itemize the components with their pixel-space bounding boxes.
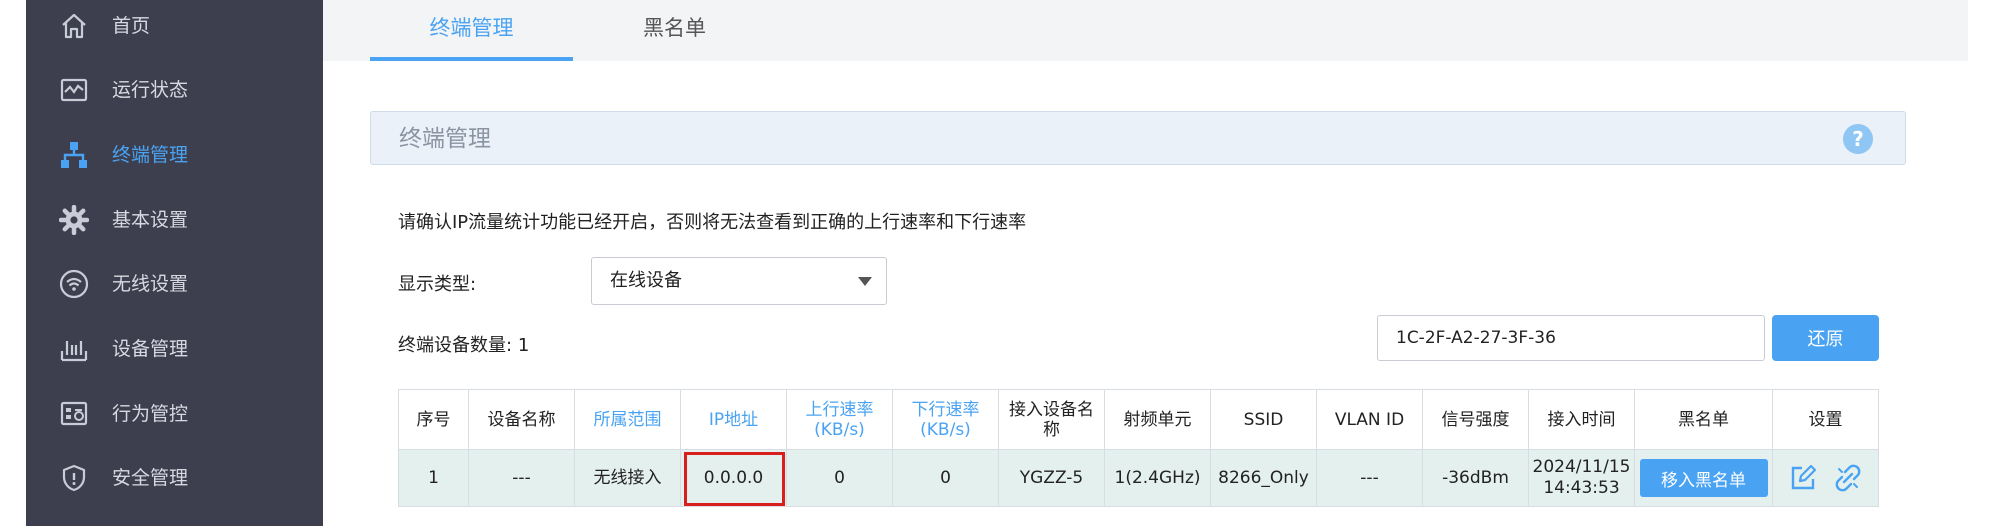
cell-access-date: 2024/11/15 xyxy=(1532,457,1631,477)
cell-scope: 无线接入 xyxy=(574,449,681,507)
sidebar-item-label: 运行状态 xyxy=(112,79,189,101)
restore-button[interactable]: 还原 xyxy=(1772,315,1879,361)
col-header-access-time: 接入时间 xyxy=(1528,389,1635,450)
search-input[interactable] xyxy=(1377,315,1765,361)
sidebar-item-label: 设备管理 xyxy=(112,338,189,360)
gear-icon xyxy=(56,202,92,238)
display-type-value: 在线设备 xyxy=(610,270,682,291)
cell-access-clock: 14:43:53 xyxy=(1543,478,1620,498)
col-header-index: 序号 xyxy=(398,389,469,450)
cell-ip: 0.0.0.0 xyxy=(680,449,787,507)
cell-up-rate: 0 xyxy=(786,449,893,507)
device-table: 序号 设备名称 所属范围 IP地址 上行速率 (KB/s) 下行速率 (KB/s) … xyxy=(398,389,1879,507)
display-type-label: 显示类型: xyxy=(398,274,477,295)
right-gap xyxy=(1968,0,2000,526)
wifi-icon xyxy=(56,266,92,302)
unlink-icon[interactable] xyxy=(1833,463,1863,493)
sidebar-item-status[interactable]: 运行状态 xyxy=(26,58,323,122)
col-header-down-rate[interactable]: 下行速率 (KB/s) xyxy=(892,389,999,450)
section-title: 终端管理 xyxy=(399,126,491,152)
sidebar-item-label: 终端管理 xyxy=(112,144,189,166)
home-icon xyxy=(56,8,92,44)
cell-vlan: --- xyxy=(1316,449,1423,507)
col-header-ip[interactable]: IP地址 xyxy=(680,389,787,450)
sidebar-item-label: 基本设置 xyxy=(112,209,189,231)
cell-signal: -36dBm xyxy=(1422,449,1529,507)
device-count-label: 终端设备数量: xyxy=(398,335,513,356)
cell-down-rate: 0 xyxy=(892,449,999,507)
display-type-select[interactable]: 在线设备 xyxy=(591,257,887,305)
sidebar-item-terminal[interactable]: 终端管理 xyxy=(26,123,323,187)
cell-index: 1 xyxy=(398,449,469,507)
cell-settings xyxy=(1772,449,1879,507)
col-header-settings: 设置 xyxy=(1772,389,1879,450)
monitor-chart-icon xyxy=(56,72,92,108)
cell-radio: 1(2.4GHz) xyxy=(1104,449,1211,507)
col-header-radio: 射频单元 xyxy=(1104,389,1211,450)
behavior-control-icon xyxy=(56,396,92,432)
chevron-down-icon xyxy=(858,277,872,286)
col-header-scope[interactable]: 所属范围 xyxy=(574,389,681,450)
tab-terminal-management[interactable]: 终端管理 xyxy=(370,0,573,61)
cell-blacklist: 移入黑名单 xyxy=(1634,449,1773,507)
sidebar-item-home[interactable]: 首页 xyxy=(26,0,323,58)
network-topology-icon xyxy=(56,137,92,173)
router-icon xyxy=(56,331,92,367)
cell-ssid: 8266_Only xyxy=(1210,449,1317,507)
sidebar-item-behavior-control[interactable]: 行为管控 xyxy=(26,382,323,446)
left-gutter xyxy=(0,0,26,526)
notice-text: 请确认IP流量统计功能已经开启，否则将无法查看到正确的上行速率和下行速率 xyxy=(398,212,1027,233)
cell-access-time: 2024/11/15 14:43:53 xyxy=(1528,449,1635,507)
col-header-signal: 信号强度 xyxy=(1422,389,1529,450)
cell-ap-name: YGZZ-5 xyxy=(998,449,1105,507)
sidebar-item-device-management[interactable]: 设备管理 xyxy=(26,317,323,381)
cell-device-name: --- xyxy=(468,449,575,507)
sidebar-item-security[interactable]: 安全管理 xyxy=(26,446,323,510)
section-header: 终端管理 ? xyxy=(370,111,1906,165)
sidebar: 首页 运行状态 终端管理 基本设置 无线设置 设备管理 行为管控 安全管理 xyxy=(26,0,323,526)
tab-blacklist[interactable]: 黑名单 xyxy=(573,0,776,58)
col-header-blacklist: 黑名单 xyxy=(1634,389,1773,450)
sidebar-item-label: 行为管控 xyxy=(112,403,189,425)
move-to-blacklist-button[interactable]: 移入黑名单 xyxy=(1639,459,1768,497)
sidebar-item-wireless[interactable]: 无线设置 xyxy=(26,252,323,316)
sidebar-item-label: 首页 xyxy=(112,15,151,37)
help-icon[interactable]: ? xyxy=(1843,124,1873,154)
col-header-device-name: 设备名称 xyxy=(468,389,575,450)
tab-bar: 终端管理 黑名单 xyxy=(323,0,1968,61)
col-header-ssid: SSID xyxy=(1210,389,1317,450)
sidebar-item-basic-settings[interactable]: 基本设置 xyxy=(26,188,323,252)
col-header-vlan: VLAN ID xyxy=(1316,389,1423,450)
table-row: 1 --- 无线接入 0.0.0.0 0 0 YGZZ-5 1(2.4GHz) … xyxy=(398,449,1879,507)
sidebar-item-label: 无线设置 xyxy=(112,273,189,295)
sidebar-item-label: 安全管理 xyxy=(112,467,189,489)
shield-icon xyxy=(56,460,92,496)
main-content: 终端管理 黑名单 终端管理 ? 请确认IP流量统计功能已经开启，否则将无法查看到… xyxy=(323,0,2000,526)
col-header-up-rate[interactable]: 上行速率 (KB/s) xyxy=(786,389,893,450)
device-count: 终端设备数量: 1 xyxy=(398,331,529,357)
edit-icon[interactable] xyxy=(1788,463,1818,493)
table-header-row: 序号 设备名称 所属范围 IP地址 上行速率 (KB/s) 下行速率 (KB/s) … xyxy=(398,389,1879,450)
device-count-value: 1 xyxy=(517,335,530,356)
cell-ip-value: 0.0.0.0 xyxy=(703,467,764,488)
col-header-ap-name: 接入设备名称 xyxy=(998,389,1105,450)
